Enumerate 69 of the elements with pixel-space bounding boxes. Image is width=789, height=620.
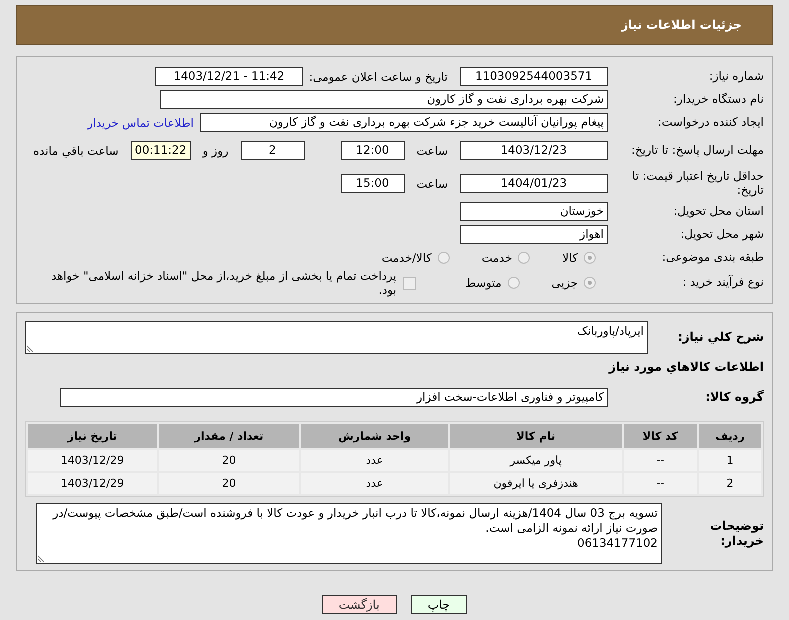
requester-field[interactable]: پیغام پورانیان آنالیست خرید جزء شرکت بهره برداری نفت و گاز کارون [200,113,608,132]
buyer-contact-link[interactable]: اطلاعات تماس خریدار [87,116,194,130]
table-cell: عدد [301,473,448,494]
need-number-field[interactable]: 1103092544003571 [460,67,608,86]
city-field[interactable]: اهواز [460,225,608,244]
days-field[interactable]: 2 [240,141,305,160]
deadline-date-field[interactable]: 1403/12/23 [460,141,608,160]
field-label: شرح کلي نیاز: [677,330,764,345]
table-cell: -- [624,473,698,494]
table-cell: عدد [301,450,448,471]
goods-group-field[interactable]: کامپیوتر و فناوری اطلاعات-سخت افزار [60,388,608,407]
field-label: شماره نیاز: [708,70,764,84]
column-header: تعداد / مقدار [159,424,300,448]
table-cell: 2 [699,473,761,494]
column-header: تاریخ نیاز [28,424,158,448]
field-label: توضیحات خریدار: [709,519,764,548]
summary-field[interactable]: ایرپاد/پاوربانک [25,321,648,354]
radio-button[interactable] [508,277,520,289]
buyer-notes-field[interactable]: تسویه برج 03 سال 1404/هزینه ارسال نمونه،کالا تا درب انبار خریدار و عودت کالا با فروشنده است/طبق مشخصات پیوست/در صورت نیاز ارائه نمونه الزامی است. 06134177102 [36,503,662,564]
column-header: نام کالا [450,424,622,448]
field-label: تاریخ و ساعت اعلان عمومی: [309,70,448,84]
section-heading: اطلاعات کالاهاي مورد نیاز [609,360,764,374]
table-cell: 1403/12/29 [28,473,158,494]
radio-label: کالا/خدمت [382,250,432,264]
deadline-time-field[interactable]: 12:00 [340,141,405,160]
radio-label: جزیی [552,276,578,290]
remaining-time-field[interactable]: 00:11:22 [130,141,191,160]
column-header: ردیف [699,424,761,448]
field-label: روز و [202,144,229,158]
field-label: شهر محل تحویل: [680,228,764,242]
validity-time-field[interactable]: 15:00 [340,174,405,193]
table-cell: -- [624,450,698,471]
resize-grip-icon[interactable] [38,554,46,562]
back-button[interactable]: بازگشت [322,595,397,614]
radio-label: متوسط [466,276,502,290]
radio-button[interactable] [584,277,596,289]
resize-grip-icon[interactable] [27,344,35,352]
radio-label: خدمت [482,250,512,264]
table-cell: 20 [159,473,300,494]
table-cell: هندزفری یا ایرفون [450,473,622,494]
field-label: ایجاد کننده درخواست: [657,116,764,130]
radio-button[interactable] [518,252,530,264]
print-button[interactable]: چاپ [410,595,468,614]
field-label: گروه کالا: [704,390,764,405]
field-label: ساعت باقي مانده [34,144,119,158]
field-label: حداقل تاریخ اعتبار قیمت: تا تاریخ: [631,170,764,198]
table-cell: 20 [159,450,300,471]
field-label: استان محل تحویل: [672,204,764,218]
table-cell: 1 [699,450,761,471]
field-label: نام دستگاه خریدار: [672,92,764,106]
field-label: ساعت [416,176,448,190]
field-label: مهلت ارسال پاسخ: تا تاریخ: [630,144,764,158]
field-label: طبقه بندی موضوعی: [661,250,764,264]
radio-button[interactable] [438,252,450,264]
page-title: جزئیات اطلاعات نیاز [621,18,742,32]
field-label: نوع فرآیند خرید : [682,276,764,290]
province-field[interactable]: خوزستان [460,202,608,221]
table-cell: 1403/12/29 [28,450,158,471]
table-cell: پاور میکسر [450,450,622,471]
checkbox-label: پرداخت تمام یا بخشی از مبلغ خرید،از محل "اسناد خزانه اسلامی" خواهد بود. [50,269,397,297]
column-header: واحد شمارش [301,424,448,448]
validity-date-field[interactable]: 1404/01/23 [460,174,608,193]
radio-button[interactable] [584,252,596,264]
radio-label: کالا [562,250,578,264]
announce-date-field[interactable]: 1403/12/21 - 11:42 [155,67,304,86]
checkbox[interactable] [402,276,416,290]
column-header: کد کالا [624,424,698,448]
field-label: ساعت [416,144,448,158]
buyer-org-field[interactable]: شرکت بهره برداری نفت و گاز کارون [160,90,608,109]
